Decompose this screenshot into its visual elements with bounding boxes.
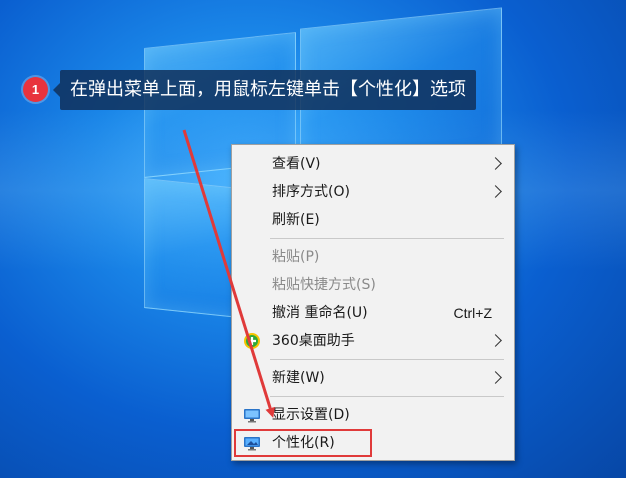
chevron-right-icon xyxy=(489,371,502,384)
menu-item-label: 粘贴快捷方式(S) xyxy=(272,277,376,293)
chevron-right-icon xyxy=(489,185,502,198)
personalize-icon xyxy=(244,437,260,451)
menu-item-360-assistant[interactable]: 360桌面助手 xyxy=(232,327,514,355)
360-assistant-icon xyxy=(244,333,260,349)
menu-item-paste: 粘贴(P) xyxy=(232,243,514,271)
menu-item-refresh[interactable]: 刷新(E) xyxy=(232,206,514,234)
menu-item-label: 粘贴(P) xyxy=(272,249,320,265)
menu-item-label: 刷新(E) xyxy=(272,212,320,228)
menu-item-view[interactable]: 查看(V) xyxy=(232,150,514,178)
menu-item-personalize[interactable]: 个性化(R) xyxy=(232,429,514,457)
menu-item-sort-by[interactable]: 排序方式(O) xyxy=(232,178,514,206)
instruction-tooltip: 在弹出菜单上面，用鼠标左键单击【个性化】选项 xyxy=(53,70,476,110)
shortcut-label: Ctrl+Z xyxy=(453,305,493,321)
menu-item-label: 查看(V) xyxy=(272,156,321,172)
menu-item-display-settings[interactable]: 显示设置(D) xyxy=(232,401,514,429)
menu-item-label: 个性化(R) xyxy=(272,435,335,451)
menu-separator xyxy=(270,396,504,397)
step-number-badge: 1 xyxy=(23,77,48,102)
menu-item-undo-rename[interactable]: 撤消 重命名(U) Ctrl+Z xyxy=(232,299,514,327)
desktop-context-menu: 查看(V) 排序方式(O) 刷新(E) 粘贴(P) 粘贴快捷方式(S) 撤消 重… xyxy=(231,144,515,461)
menu-item-new[interactable]: 新建(W) xyxy=(232,364,514,392)
chevron-right-icon xyxy=(489,334,502,347)
menu-item-label: 排序方式(O) xyxy=(272,184,350,200)
menu-item-label: 360桌面助手 xyxy=(272,333,355,349)
menu-item-paste-shortcut: 粘贴快捷方式(S) xyxy=(232,271,514,299)
menu-separator xyxy=(270,359,504,360)
menu-item-label: 显示设置(D) xyxy=(272,407,350,423)
menu-separator xyxy=(270,238,504,239)
menu-item-label: 新建(W) xyxy=(272,370,325,386)
display-settings-icon xyxy=(244,409,260,423)
instruction-text: 在弹出菜单上面，用鼠标左键单击【个性化】选项 xyxy=(70,79,466,100)
menu-item-label: 撤消 重命名(U) xyxy=(272,305,368,321)
chevron-right-icon xyxy=(489,157,502,170)
